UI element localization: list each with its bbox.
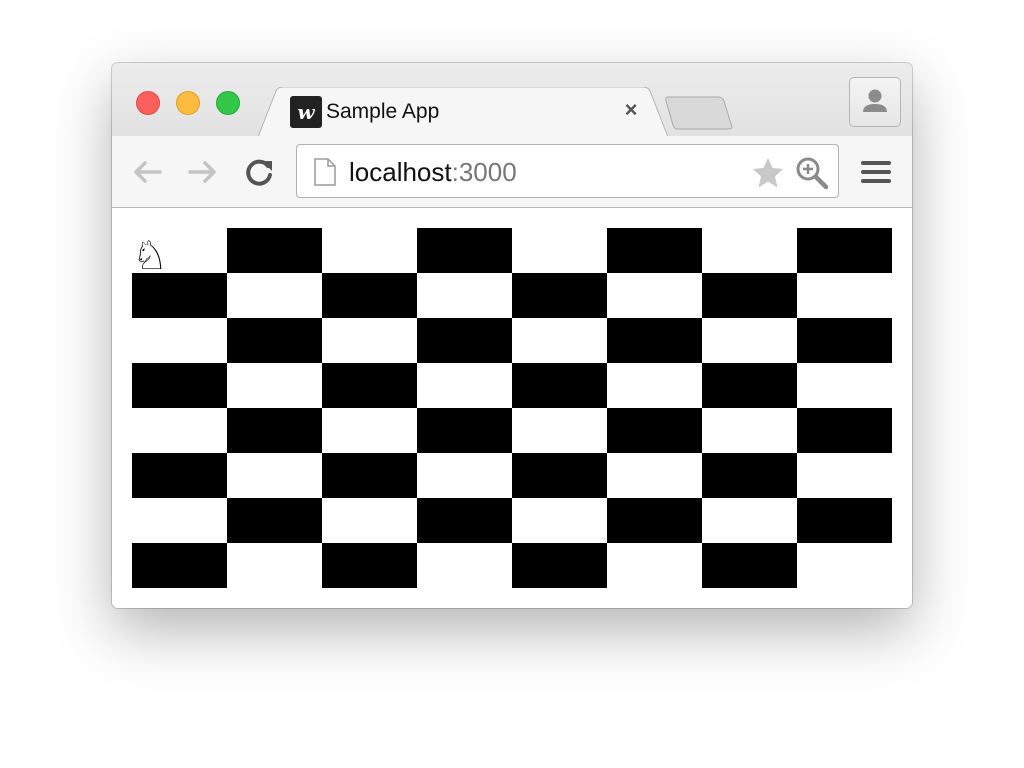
page-icon: [314, 158, 336, 186]
tab-title: Sample App: [326, 100, 440, 123]
board-square[interactable]: [702, 543, 797, 588]
board-square[interactable]: [512, 228, 607, 273]
board-square[interactable]: ♘: [132, 228, 227, 276]
profile-button[interactable]: [849, 77, 901, 127]
board-square[interactable]: [512, 543, 607, 588]
board-square[interactable]: [797, 543, 892, 588]
board-square[interactable]: [417, 363, 512, 408]
board-square[interactable]: [227, 273, 322, 318]
url-text[interactable]: localhost:3000: [349, 157, 517, 187]
board-square[interactable]: [797, 408, 892, 453]
board-square[interactable]: [797, 318, 892, 363]
board-square[interactable]: [797, 453, 892, 498]
window-zoom-button[interactable]: [216, 91, 240, 115]
board-square[interactable]: [607, 498, 702, 543]
window-minimize-button[interactable]: [176, 91, 200, 115]
board-square[interactable]: [797, 363, 892, 408]
star-icon[interactable]: [751, 156, 785, 190]
board-square[interactable]: [322, 318, 417, 363]
board-square[interactable]: [512, 363, 607, 408]
knight-piece[interactable]: ♘: [132, 236, 168, 276]
board-square[interactable]: [607, 543, 702, 588]
address-bar[interactable]: localhost:3000: [296, 144, 839, 198]
board-square[interactable]: [417, 228, 512, 273]
tab-favicon-icon: w: [290, 96, 322, 128]
board-square[interactable]: [132, 453, 227, 498]
board-square[interactable]: [702, 408, 797, 453]
back-arrow-icon[interactable]: [128, 153, 166, 191]
board-square[interactable]: [702, 498, 797, 543]
board-square[interactable]: [132, 543, 227, 588]
board-square[interactable]: [322, 408, 417, 453]
board-square[interactable]: [417, 273, 512, 318]
zoom-in-icon[interactable]: [794, 155, 830, 191]
url-port: :3000: [451, 157, 517, 187]
browser-toolbar: localhost:3000: [112, 136, 912, 208]
board-square[interactable]: [322, 363, 417, 408]
new-tab-button[interactable]: [664, 95, 734, 131]
board-square[interactable]: [702, 318, 797, 363]
board-square[interactable]: [227, 363, 322, 408]
board-square[interactable]: [512, 453, 607, 498]
board-square[interactable]: [702, 453, 797, 498]
board-square[interactable]: [607, 363, 702, 408]
page-viewport: ♘: [112, 208, 912, 608]
board-square[interactable]: [322, 273, 417, 318]
board-square[interactable]: [607, 273, 702, 318]
window-close-button[interactable]: [136, 91, 160, 115]
url-host: localhost: [349, 157, 452, 187]
board-square[interactable]: [132, 498, 227, 543]
board-square[interactable]: [227, 498, 322, 543]
tab-close-button[interactable]: ×: [618, 97, 644, 123]
board-square[interactable]: [322, 228, 417, 273]
board-square[interactable]: [607, 453, 702, 498]
board-square[interactable]: [227, 408, 322, 453]
board-square[interactable]: [417, 543, 512, 588]
board-square[interactable]: [417, 408, 512, 453]
board-square[interactable]: [227, 318, 322, 363]
browser-window: w Sample App × localhost:3000 ♘: [112, 63, 912, 608]
board-square[interactable]: [702, 228, 797, 273]
board-square[interactable]: [132, 318, 227, 363]
board-square[interactable]: [322, 498, 417, 543]
board-square[interactable]: [512, 408, 607, 453]
board-square[interactable]: [797, 228, 892, 273]
board-square[interactable]: [417, 498, 512, 543]
board-square[interactable]: [702, 363, 797, 408]
board-square[interactable]: [512, 498, 607, 543]
board-square[interactable]: [607, 408, 702, 453]
board-square[interactable]: [132, 408, 227, 453]
board-square[interactable]: [512, 318, 607, 363]
board-square[interactable]: [607, 318, 702, 363]
reload-icon[interactable]: [241, 153, 279, 191]
board-square[interactable]: [322, 543, 417, 588]
forward-arrow-icon[interactable]: [184, 153, 222, 191]
board-square[interactable]: [132, 363, 227, 408]
board-square[interactable]: [227, 453, 322, 498]
user-icon: [863, 89, 887, 112]
board-square[interactable]: [512, 273, 607, 318]
board-square[interactable]: [417, 453, 512, 498]
board-square[interactable]: [797, 498, 892, 543]
board-square[interactable]: [322, 453, 417, 498]
board-square[interactable]: [227, 228, 322, 273]
chessboard: ♘: [132, 228, 892, 588]
title-bar: w Sample App ×: [112, 63, 912, 137]
hamburger-menu-icon[interactable]: [859, 156, 893, 188]
board-square[interactable]: [227, 543, 322, 588]
board-square[interactable]: [417, 318, 512, 363]
board-square[interactable]: [132, 273, 227, 318]
board-square[interactable]: [797, 273, 892, 318]
board-square[interactable]: [607, 228, 702, 273]
board-square[interactable]: [702, 273, 797, 318]
